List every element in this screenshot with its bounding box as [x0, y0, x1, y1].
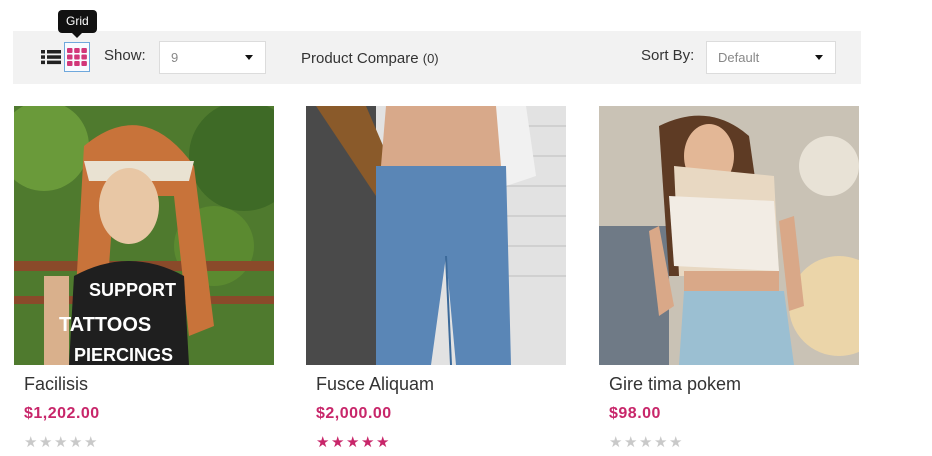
show-label: Show:	[104, 47, 146, 64]
star-empty-icon: ★	[69, 434, 84, 451]
svg-text:PIERCINGS: PIERCINGS	[74, 345, 173, 365]
sort-by-select[interactable]: Default	[706, 41, 836, 74]
star-empty-icon: ★	[639, 434, 654, 451]
product-image[interactable]: SUPPORT TATTOOS PIERCINGS	[14, 106, 274, 365]
product-name[interactable]: Fusce Aliquam	[316, 374, 434, 395]
show-select[interactable]: 9	[159, 41, 266, 74]
svg-text:TATTOOS: TATTOOS	[59, 314, 151, 336]
svg-text:SUPPORT: SUPPORT	[89, 280, 176, 300]
product-compare-count: (0)	[422, 51, 439, 66]
sort-by-label: Sort By:	[641, 47, 695, 64]
star-empty-icon: ★	[609, 434, 624, 451]
list-view-button[interactable]	[38, 42, 64, 72]
star-empty-icon: ★	[54, 434, 69, 451]
show-select-value: 9	[171, 50, 179, 65]
grid-tooltip: Grid	[58, 10, 97, 38]
rating-stars: ★★★★★	[24, 433, 99, 451]
product-card: Fusce Aliquam $2,000.00 ★★★★★	[306, 106, 566, 451]
star-empty-icon: ★	[654, 434, 669, 451]
star-empty-icon: ★	[624, 434, 639, 451]
star-empty-icon: ★	[84, 434, 99, 451]
star-filled-icon: ★	[331, 434, 346, 451]
star-filled-icon: ★	[316, 434, 331, 451]
product-price: $1,202.00	[24, 405, 100, 422]
star-filled-icon: ★	[346, 434, 361, 451]
chevron-down-icon	[245, 55, 253, 60]
grid-view-button[interactable]	[64, 42, 90, 72]
product-name[interactable]: Facilisis	[24, 374, 88, 395]
product-image[interactable]	[306, 106, 566, 365]
rating-stars: ★★★★★	[609, 433, 684, 451]
star-empty-icon: ★	[39, 434, 54, 451]
product-compare-link[interactable]: Product Compare (0)	[301, 50, 439, 67]
star-filled-icon: ★	[361, 434, 376, 451]
product-compare-label: Product Compare	[301, 50, 419, 67]
grid-view-icon	[67, 48, 87, 66]
product-card: SUPPORT TATTOOS PIERCINGS Facilisis $1,2…	[14, 106, 274, 451]
sort-by-select-value: Default	[718, 50, 760, 65]
list-view-icon	[41, 50, 61, 65]
product-price: $2,000.00	[316, 405, 392, 422]
star-filled-icon: ★	[376, 434, 391, 451]
rating-stars: ★★★★★	[316, 433, 391, 451]
star-empty-icon: ★	[24, 434, 39, 451]
catalog-toolbar: Show: 9 Product Compare (0) Sort By: Def…	[13, 31, 861, 84]
product-price: $98.00	[609, 405, 661, 422]
product-image[interactable]	[599, 106, 859, 365]
product-card: Gire tima pokem $98.00 ★★★★★	[599, 106, 859, 451]
chevron-down-icon	[815, 55, 823, 60]
product-name[interactable]: Gire tima pokem	[609, 374, 741, 395]
star-empty-icon: ★	[669, 434, 684, 451]
